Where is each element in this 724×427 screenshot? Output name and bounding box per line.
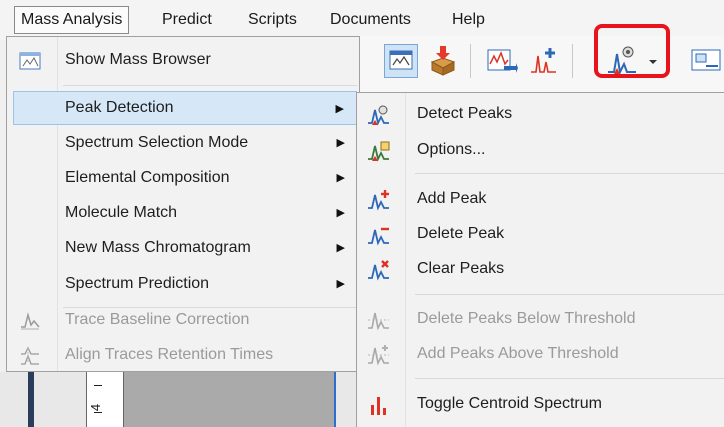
toolbar-separator <box>470 44 471 78</box>
mass-browser-toolbar-button[interactable] <box>384 44 418 78</box>
menu-help[interactable]: Help <box>450 8 487 32</box>
menu-item-trace-baseline-correction[interactable]: Trace Baseline Correction <box>9 303 357 337</box>
axis-tick <box>94 385 102 386</box>
import-toolbar-button[interactable] <box>426 44 460 78</box>
toolbar-separator <box>572 44 573 78</box>
baseline-correction-icon <box>21 312 40 330</box>
submenu-item-add-peak[interactable]: Add Peak <box>357 182 724 216</box>
composition-toolbar-button[interactable] <box>688 44 722 78</box>
detect-peaks-icon <box>368 105 389 126</box>
menu-item-label: New Mass Chromatogram <box>65 239 251 256</box>
submenu-item-label: Toggle Centroid Spectrum <box>417 395 602 412</box>
mass-analysis-menu: Show Mass Browser Peak Detection ▶ Spect… <box>6 36 360 372</box>
submenu-item-toggle-centroid-spectrum[interactable]: Toggle Centroid Spectrum <box>357 387 724 421</box>
menu-item-label: Show Mass Browser <box>65 51 211 68</box>
add-trace-icon <box>531 48 556 73</box>
menu-item-label: Trace Baseline Correction <box>65 311 250 328</box>
menu-item-new-mass-chromatogram[interactable]: New Mass Chromatogram ▶ <box>9 231 357 265</box>
menu-predict[interactable]: Predict <box>160 8 214 32</box>
menu-separator <box>415 378 724 379</box>
submenu-arrow-icon: ▶ <box>336 242 345 254</box>
submenu-item-label: Options... <box>417 141 486 158</box>
menu-item-label: Align Traces Retention Times <box>65 346 274 363</box>
mass-browser-icon <box>19 52 41 70</box>
submenu-item-delete-peak[interactable]: Delete Peak <box>357 217 724 251</box>
menu-item-label: Peak Detection <box>65 99 174 116</box>
submenu-item-label: Delete Peaks Below Threshold <box>417 310 636 327</box>
submenu-arrow-icon: ▶ <box>336 278 345 290</box>
menu-item-molecule-match[interactable]: Molecule Match ▶ <box>9 196 357 230</box>
submenu-item-clear-peaks[interactable]: Clear Peaks <box>357 252 724 286</box>
add-peak-icon <box>368 190 389 211</box>
peak-detection-submenu: Detect Peaks Options... Add Peak Delete … <box>356 92 724 427</box>
menu-mass-analysis[interactable]: Mass Analysis <box>14 6 130 34</box>
menu-item-elemental-composition[interactable]: Elemental Composition ▶ <box>9 161 357 195</box>
submenu-item-label: Add Peak <box>417 190 487 207</box>
submenu-item-label: Clear Peaks <box>417 260 505 277</box>
menu-separator <box>415 173 724 174</box>
axis-tick <box>94 412 102 413</box>
add-chromatogram-toolbar-button[interactable] <box>528 44 562 78</box>
clear-peaks-icon <box>368 260 389 281</box>
document-border <box>28 372 34 427</box>
menu-item-align-traces-retention-times[interactable]: Align Traces Retention Times <box>9 338 357 372</box>
menu-item-spectrum-selection-mode[interactable]: Spectrum Selection Mode ▶ <box>9 126 357 160</box>
toolbar-highlight-frame <box>594 24 670 78</box>
align-traces-icon <box>21 346 39 365</box>
submenu-item-add-peaks-above-threshold[interactable]: Add Peaks Above Threshold <box>357 337 724 371</box>
menu-item-peak-detection[interactable]: Peak Detection ▶ <box>13 91 357 125</box>
composition-icon <box>691 49 721 71</box>
menu-scripts[interactable]: Scripts <box>246 8 299 32</box>
menu-item-show-mass-browser[interactable]: Show Mass Browser <box>9 43 357 77</box>
peak-options-icon <box>368 141 390 162</box>
submenu-item-label: Delete Peak <box>417 225 505 242</box>
spectrum-toolbar-button[interactable] <box>484 44 518 78</box>
submenu-arrow-icon: ▶ <box>336 172 345 184</box>
menu-item-label: Elemental Composition <box>65 169 230 186</box>
plot-area <box>124 372 334 427</box>
submenu-arrow-icon: ▶ <box>336 137 345 149</box>
centroid-spectrum-icon <box>371 397 386 415</box>
menu-item-spectrum-prediction[interactable]: Spectrum Prediction ▶ <box>9 267 357 301</box>
axis-panel <box>86 372 124 427</box>
submenu-item-label: Add Peaks Above Threshold <box>417 345 619 362</box>
menu-documents[interactable]: Documents <box>328 8 413 32</box>
submenu-item-options[interactable]: Options... <box>357 133 724 167</box>
cursor-line <box>334 372 336 427</box>
submenu-item-detect-peaks[interactable]: Detect Peaks <box>357 97 724 131</box>
delete-peak-icon <box>368 227 389 246</box>
submenu-item-delete-peaks-below-threshold[interactable]: Delete Peaks Below Threshold <box>357 302 724 336</box>
menu-item-label: Molecule Match <box>65 204 178 221</box>
axis-label: 4 <box>88 403 104 412</box>
menu-separator <box>63 85 357 86</box>
submenu-arrow-icon: ▶ <box>336 207 345 219</box>
add-above-threshold-icon <box>368 345 389 366</box>
mass-browser-icon <box>389 50 413 70</box>
menu-separator <box>415 294 724 295</box>
menu-item-label: Spectrum Prediction <box>65 275 210 292</box>
submenu-arrow-icon: ▶ <box>335 103 344 115</box>
delete-below-threshold-icon <box>368 312 389 331</box>
submenu-item-label: Detect Peaks <box>417 105 513 122</box>
menu-item-label: Spectrum Selection Mode <box>65 134 249 151</box>
import-icon <box>430 46 456 76</box>
spectrum-export-icon <box>487 49 518 73</box>
